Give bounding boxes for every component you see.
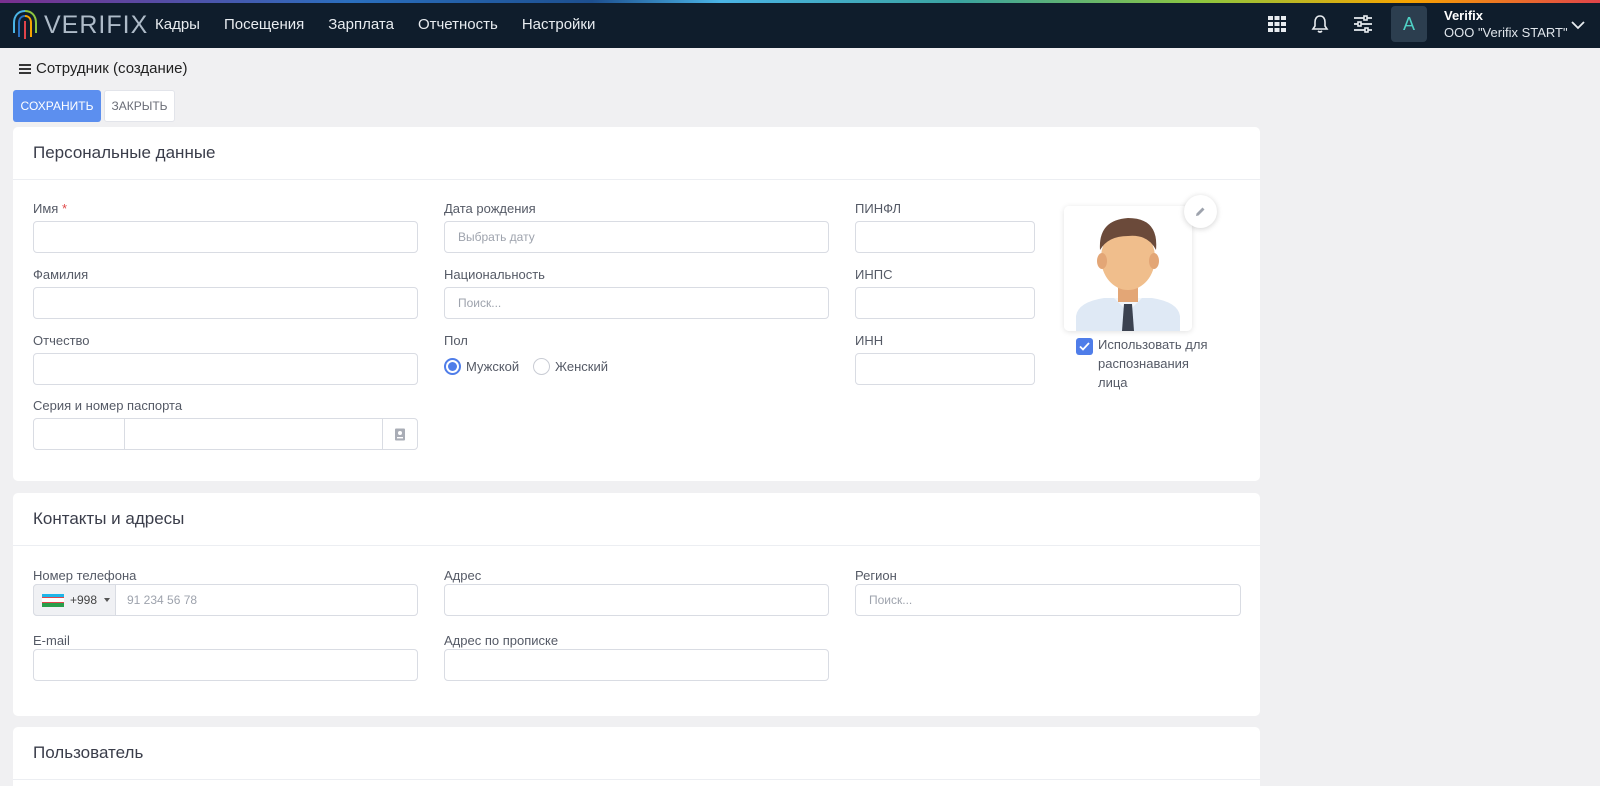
fingerprint-logo-icon xyxy=(13,10,37,39)
verifix-logo[interactable]: VERIFIX xyxy=(12,9,148,41)
region-label: Регион xyxy=(855,568,897,583)
gender-male-radio[interactable]: Мужской xyxy=(444,358,519,375)
address-label: Адрес xyxy=(444,568,482,583)
country-code: +998 xyxy=(70,593,98,607)
passport-series-input[interactable] xyxy=(33,418,125,450)
menu-item-reports[interactable]: Отчетность xyxy=(418,16,498,33)
address-input[interactable] xyxy=(444,584,829,616)
page-title: Сотрудник (создание) xyxy=(36,60,188,77)
registration-address-label: Адрес по прописке xyxy=(444,633,559,648)
user-menu[interactable]: Verifix ООО "Verifix START" xyxy=(1444,8,1568,40)
passport-number-input[interactable] xyxy=(124,418,383,450)
nationality-select[interactable]: Поиск... xyxy=(444,287,829,319)
user-company: ООО "Verifix START" xyxy=(1444,25,1568,40)
passport-scan-button[interactable] xyxy=(382,418,418,450)
pencil-icon xyxy=(1196,207,1205,216)
middle-name-label: Отчество xyxy=(33,333,90,348)
menu-item-attendance[interactable]: Посещения xyxy=(224,16,304,33)
registration-address-input[interactable] xyxy=(444,649,829,681)
face-recognition-checkbox[interactable] xyxy=(1076,338,1093,355)
page-header: Сотрудник (создание) xyxy=(18,60,188,77)
main-menu: Кадры Посещения Зарплата Отчетность Наст… xyxy=(155,0,619,48)
uzbekistan-flag-icon xyxy=(42,593,64,607)
inn-input[interactable] xyxy=(855,353,1035,385)
email-input[interactable] xyxy=(33,649,418,681)
gender-male-label: Мужской xyxy=(466,359,520,374)
sliders-icon[interactable] xyxy=(1353,14,1373,34)
user-card: Пользователь xyxy=(13,727,1260,786)
menu-item-payroll[interactable]: Зарплата xyxy=(328,16,394,33)
nationality-label: Национальность xyxy=(444,267,545,282)
contacts-card: Контакты и адресы Номер телефона 91 234 … xyxy=(13,493,1260,716)
email-label: E-mail xyxy=(33,633,70,648)
passport-label: Серия и номер паспорта xyxy=(33,398,183,413)
bell-icon[interactable] xyxy=(1310,14,1330,34)
menu-item-settings[interactable]: Настройки xyxy=(522,16,596,33)
avatar[interactable]: A xyxy=(1391,6,1427,42)
personal-data-card: Персональные данные Имя * Фамилия Отчест… xyxy=(13,127,1260,481)
top-navbar: VERIFIX Кадры Посещения Зарплата Отчетно… xyxy=(0,0,1600,48)
country-code-select[interactable]: +998 xyxy=(33,584,116,616)
passport-icon xyxy=(395,428,405,440)
region-select[interactable]: Поиск... xyxy=(855,584,1241,616)
employee-photo[interactable] xyxy=(1064,206,1192,331)
chevron-down-icon[interactable] xyxy=(1570,20,1586,30)
radio-selected-icon xyxy=(444,358,461,375)
required-mark: * xyxy=(61,201,68,216)
gender-label: Пол xyxy=(444,333,468,348)
first-name-label: Имя * xyxy=(33,201,67,216)
gender-female-label: Женский xyxy=(555,359,608,374)
save-button[interactable]: СОХРАНИТЬ xyxy=(13,90,101,122)
pinfl-input[interactable] xyxy=(855,221,1035,253)
middle-name-input[interactable] xyxy=(33,353,418,385)
last-name-label: Фамилия xyxy=(33,267,89,282)
personal-data-heading: Персональные данные xyxy=(13,127,1260,180)
logo-text: VERIFIX xyxy=(44,10,149,39)
phone-label: Номер телефона xyxy=(33,568,137,583)
checkmark-icon xyxy=(1079,342,1090,351)
last-name-input[interactable] xyxy=(33,287,418,319)
user-heading: Пользователь xyxy=(13,727,1260,780)
birth-date-label: Дата рождения xyxy=(444,201,536,216)
inps-label: ИНПС xyxy=(855,267,893,282)
caret-down-icon xyxy=(104,598,111,602)
contacts-heading: Контакты и адресы xyxy=(13,493,1260,546)
inps-input[interactable] xyxy=(855,287,1035,319)
birth-date-input[interactable]: Выбрать дату xyxy=(444,221,829,253)
pinfl-label: ПИНФЛ xyxy=(855,201,902,216)
hamburger-menu-icon[interactable] xyxy=(18,63,32,75)
default-avatar-icon xyxy=(1064,206,1192,331)
menu-item-staff[interactable]: Кадры xyxy=(155,16,200,33)
face-recognition-label: Использовать для распознавания лица xyxy=(1098,337,1208,390)
inn-label: ИНН xyxy=(855,333,884,348)
edit-photo-button[interactable] xyxy=(1184,195,1217,228)
apps-grid-icon[interactable] xyxy=(1267,14,1287,34)
close-button[interactable]: ЗАКРЫТЬ xyxy=(104,90,175,122)
first-name-input[interactable] xyxy=(33,221,418,253)
radio-empty-icon xyxy=(533,358,550,375)
user-name: Verifix xyxy=(1444,8,1484,23)
first-name-label-text: Имя xyxy=(33,201,59,216)
gender-female-radio[interactable]: Женский xyxy=(533,358,608,375)
